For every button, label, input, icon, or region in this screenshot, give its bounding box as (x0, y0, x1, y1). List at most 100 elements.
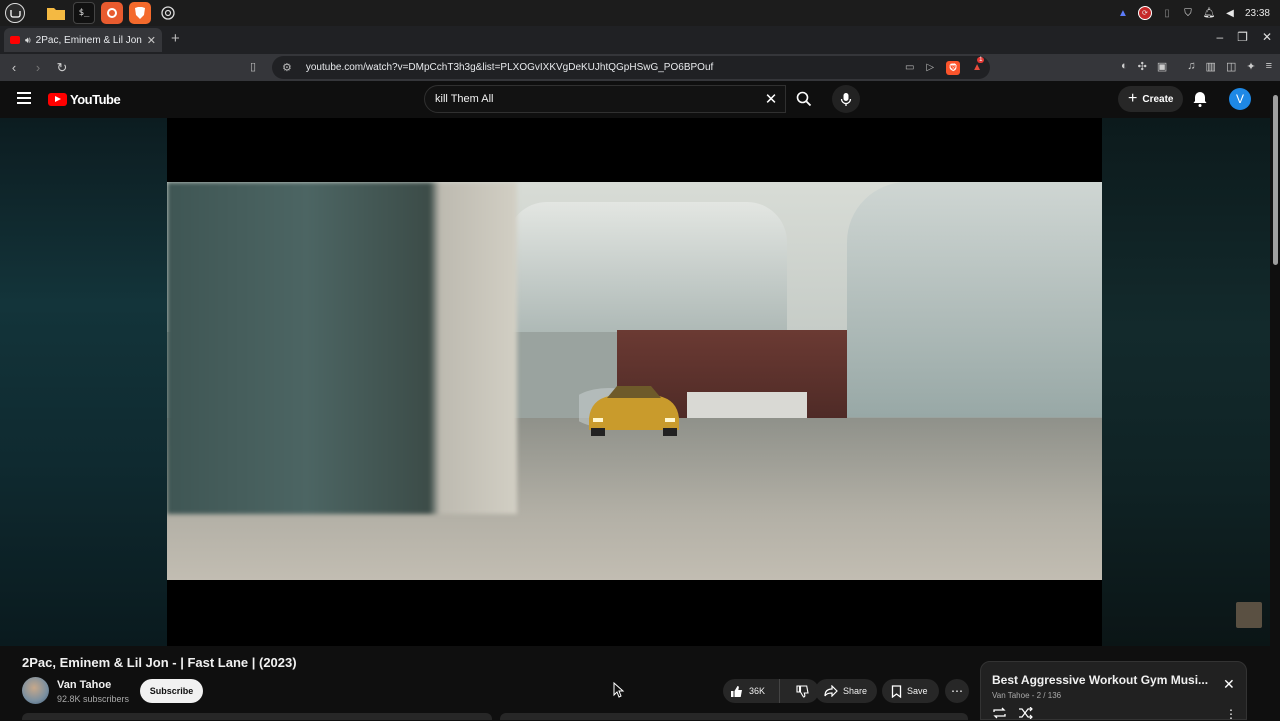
end-screen-thumbnail[interactable] (1236, 602, 1262, 628)
share-label: Share (843, 686, 868, 696)
files-icon[interactable] (45, 2, 67, 24)
playlist-panel: Best Aggressive Workout Gym Musi... Van … (980, 661, 1247, 721)
address-bar[interactable]: ⚙ youtube.com/watch?v=DMpCchT3h3g&list=P… (272, 56, 990, 79)
tab-title: 2Pac, Eminem & Lil Jon - | F (35, 34, 142, 46)
share-icon (824, 685, 838, 697)
send-icon[interactable]: ▷ (926, 62, 934, 73)
more-actions-button[interactable]: ⋯ (945, 679, 969, 703)
shuffle-icon[interactable] (1018, 707, 1033, 719)
thumbs-up-icon (731, 685, 742, 697)
account-avatar[interactable]: V (1229, 88, 1251, 110)
browser-toolbar: ‹ › ↻ ▯ ⚙ youtube.com/watch?v=DMpCchT3h3… (0, 54, 1280, 81)
cast-icon[interactable]: ▭ (905, 62, 914, 73)
system-tray: ▲ ⟳ ▯ ⛉ 🔔︎ ◀ 23:38 (1117, 0, 1270, 26)
browser-menu-icon[interactable]: ≡ (1266, 60, 1272, 73)
extensions-area: ◐ ✣ ▣ ♫ ▥ ◫ ✦ ≡ (1121, 60, 1272, 73)
ambient-glow-left (0, 118, 167, 646)
usb-icon[interactable]: ▯ (1161, 7, 1173, 19)
video-frame[interactable] (167, 182, 1102, 580)
loop-icon[interactable] (992, 707, 1007, 719)
like-count: 36K (749, 686, 766, 696)
page-scrollbar[interactable] (1270, 81, 1280, 720)
youtube-header: YouTube ✕ + Create V (0, 81, 1280, 118)
clock[interactable]: 23:38 (1245, 8, 1270, 19)
thumbs-down-icon (795, 684, 809, 698)
maximize-icon[interactable]: ❐ (1237, 30, 1248, 44)
web-app-icon[interactable] (157, 2, 179, 24)
url-text[interactable]: youtube.com/watch?v=DMpCchT3h3g&list=PLX… (306, 62, 905, 73)
firefox-icon[interactable] (101, 2, 123, 24)
bookmark-icon[interactable]: ▯ (250, 60, 256, 73)
forward-icon[interactable]: › (28, 60, 48, 75)
playlist-title[interactable]: Best Aggressive Workout Gym Musi... (992, 673, 1212, 687)
update-icon[interactable]: ⟳ (1137, 6, 1152, 20)
like-dislike-group: 36K (723, 679, 819, 703)
mouse-cursor-icon (613, 682, 625, 698)
share-button[interactable]: Share (815, 679, 877, 703)
ambient-glow-right (1102, 118, 1270, 646)
extension-icon-1[interactable]: ◐ (1121, 60, 1128, 73)
plus-icon: + (1128, 90, 1138, 107)
youtube-favicon-icon (10, 36, 20, 44)
media-icon[interactable]: ♫ (1187, 60, 1195, 73)
channel-name[interactable]: Van Tahoe (57, 679, 111, 691)
dislike-button[interactable] (785, 679, 819, 703)
scrollbar-thumb[interactable] (1273, 95, 1278, 265)
voice-search-button[interactable] (832, 85, 860, 113)
microphone-icon (840, 92, 852, 106)
os-taskbar: $_ ▲ ⟳ ▯ ⛉ 🔔︎ ◀ 23:38 (0, 0, 1280, 26)
window-controls: – ❐ ✕ (1216, 30, 1272, 44)
puzzle-icon[interactable]: ✣ (1138, 60, 1147, 73)
search-icon (796, 91, 812, 107)
clear-search-icon[interactable]: ✕ (757, 90, 785, 108)
like-button[interactable]: 36K (723, 679, 781, 703)
notification-icon[interactable]: 🔔︎ (1203, 7, 1216, 19)
subscriber-count: 92.8K subscribers (57, 694, 130, 704)
speaker-icon[interactable]: 🔊︎ (25, 35, 31, 46)
close-window-icon[interactable]: ✕ (1262, 30, 1272, 44)
terminal-icon[interactable]: $_ (73, 2, 95, 24)
rewards-badge: 1 (977, 57, 985, 63)
create-label: Create (1142, 93, 1174, 105)
save-button[interactable]: Save (882, 679, 939, 703)
tab-youtube-video[interactable]: 🔊︎ 2Pac, Eminem & Lil Jon - | F ✕ (4, 28, 162, 52)
close-tab-icon[interactable]: ✕ (147, 34, 156, 47)
comments-box[interactable] (500, 713, 968, 720)
leo-ai-icon[interactable]: ✦ (1246, 60, 1255, 73)
youtube-logo-text: YouTube (70, 92, 121, 107)
wallet-icon[interactable]: ◫ (1226, 60, 1236, 73)
brave-browser-icon[interactable] (129, 2, 151, 24)
address-bar-actions: ▭ ▷ 🦁︎ ▲ 1 (905, 57, 985, 75)
channel-avatar[interactable] (22, 677, 49, 704)
search-button[interactable] (786, 85, 822, 113)
screenshot-icon[interactable]: ▣ (1157, 60, 1167, 73)
search-input[interactable] (435, 93, 757, 105)
hamburger-menu-icon[interactable] (17, 92, 31, 104)
notifications-bell-icon[interactable] (1191, 90, 1209, 108)
site-settings-icon[interactable]: ⚙ (282, 61, 292, 74)
brave-shields-icon[interactable]: 🦁︎ (946, 60, 961, 75)
youtube-logo[interactable]: YouTube (48, 92, 121, 107)
cloud-icon[interactable]: ▲ (1117, 7, 1129, 19)
create-button[interactable]: + Create (1118, 86, 1184, 112)
browser-tab-bar: 🔊︎ 2Pac, Eminem & Lil Jon - | F ✕ + – ❐ … (0, 26, 1280, 54)
search-box: ✕ (424, 85, 786, 113)
new-tab-button[interactable]: + (171, 30, 180, 47)
car-image (579, 386, 679, 436)
save-label: Save (907, 686, 928, 696)
shield-icon[interactable]: ⛉ (1182, 7, 1194, 19)
volume-icon[interactable]: ◀ (1224, 7, 1236, 19)
playlist-more-icon[interactable]: ⋮ (1225, 707, 1237, 721)
subscribe-button[interactable]: Subscribe (140, 679, 203, 703)
minimize-icon[interactable]: – (1216, 30, 1223, 44)
mint-menu-icon[interactable] (5, 3, 25, 23)
video-player[interactable] (0, 118, 1270, 646)
sidebar-icon[interactable]: ▥ (1206, 60, 1216, 73)
brave-rewards-icon[interactable]: ▲ 1 (972, 57, 985, 73)
description-box[interactable] (22, 713, 492, 720)
playlist-meta: Van Tahoe - 2 / 136 (992, 691, 1062, 700)
video-title: 2Pac, Eminem & Lil Jon - | Fast Lane | (… (22, 655, 297, 670)
close-playlist-icon[interactable]: ✕ (1223, 676, 1235, 693)
back-icon[interactable]: ‹ (4, 60, 24, 75)
reload-icon[interactable]: ↻ (52, 60, 72, 76)
